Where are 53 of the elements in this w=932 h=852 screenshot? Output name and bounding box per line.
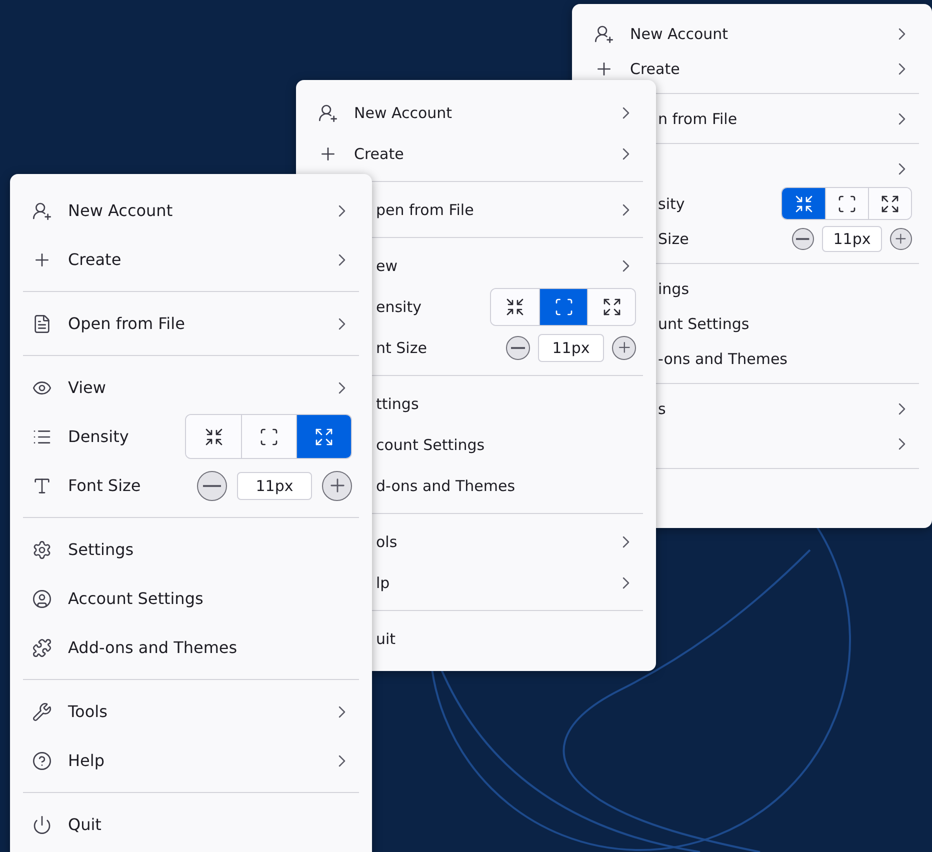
menu-item[interactable]: Add-ons and Themes <box>10 623 372 672</box>
menu-item[interactable]: Open from File <box>10 299 372 348</box>
increase-button[interactable] <box>890 228 912 250</box>
font-size-label: Font Size <box>68 476 141 495</box>
font-size-field[interactable]: 11px <box>237 472 312 500</box>
settings-icon <box>32 540 52 560</box>
density-button[interactable] <box>868 188 911 219</box>
density-button[interactable] <box>491 288 539 324</box>
menu-item[interactable]: Tools <box>10 687 372 736</box>
font-size-field[interactable]: 11px <box>822 226 882 252</box>
focus-icon <box>837 194 857 214</box>
decrease-button[interactable] <box>792 228 814 250</box>
increase-button[interactable] <box>612 336 636 360</box>
expand-icon <box>880 194 900 214</box>
focus-icon <box>554 296 574 316</box>
font-icon <box>32 476 52 496</box>
expand-icon <box>602 296 622 316</box>
decrease-button[interactable] <box>197 470 227 500</box>
shrink-icon <box>505 296 525 316</box>
user-plus-icon <box>32 200 52 220</box>
density-label: sity <box>658 194 685 212</box>
minus-icon <box>510 346 526 348</box>
font-size-field[interactable]: 11px <box>538 334 604 362</box>
font-size-label: nt Size <box>376 338 427 356</box>
help-icon <box>32 750 52 770</box>
wrench-icon <box>32 702 52 722</box>
density-button[interactable] <box>587 288 635 324</box>
menu-item[interactable]: Create <box>296 133 656 174</box>
density-button[interactable] <box>186 415 241 458</box>
menu-item[interactable]: Help <box>10 736 372 785</box>
user-plus-icon <box>318 102 338 122</box>
font-size-label: Size <box>658 230 689 248</box>
minus-icon <box>203 484 221 486</box>
user-icon <box>32 588 52 608</box>
density-label: ensity <box>376 298 422 316</box>
menu-item[interactable]: Quit <box>10 800 372 849</box>
menu-item[interactable]: s <box>572 391 932 426</box>
menu-item[interactable]: New Account <box>572 16 932 51</box>
power-icon <box>32 814 52 834</box>
increase-button[interactable] <box>322 470 352 500</box>
focus-icon <box>259 426 279 446</box>
decrease-button[interactable] <box>506 336 530 360</box>
expand-icon <box>314 426 334 446</box>
menu-item[interactable]: Create <box>572 51 932 86</box>
document-icon <box>32 314 52 334</box>
shrink-icon <box>794 194 814 214</box>
puzzle-icon <box>32 638 52 658</box>
user-plus-icon <box>594 24 614 44</box>
shrink-icon <box>204 426 224 446</box>
menu-item[interactable]: View <box>10 363 372 412</box>
density-button[interactable] <box>825 188 868 219</box>
minus-icon <box>796 238 810 240</box>
density-label: Density <box>68 427 129 446</box>
